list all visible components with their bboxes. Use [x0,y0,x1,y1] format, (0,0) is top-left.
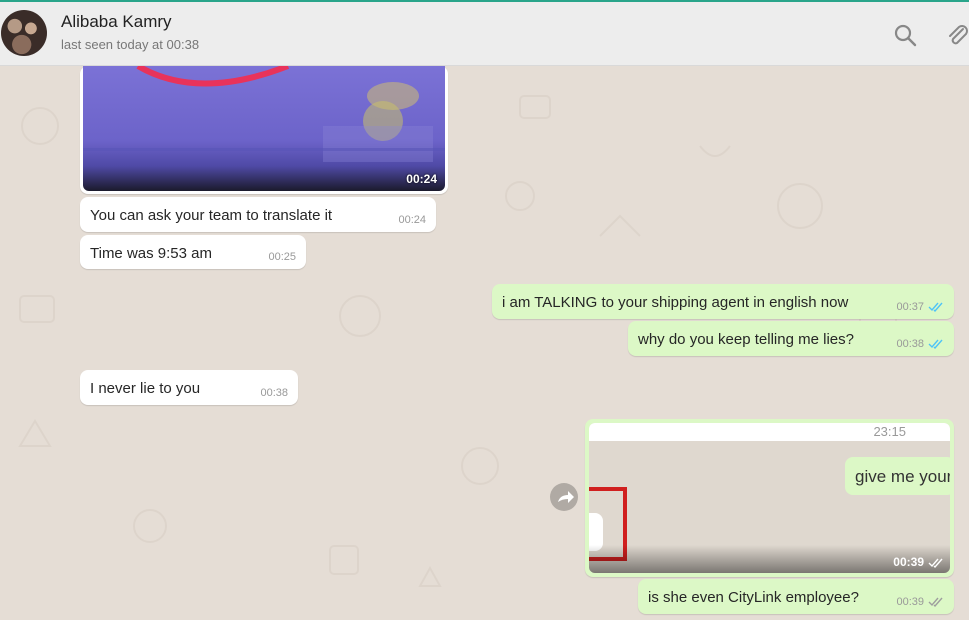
incoming-video-message[interactable]: 00:24 [80,66,448,194]
paperclip-icon[interactable] [944,22,969,48]
message-text: You can ask your team to translate it [90,207,333,224]
message-time: 00:25 [268,251,296,263]
message-text: is she even CityLink employee? [648,589,859,606]
message-time: 00:38 [260,387,288,399]
chat-header: Alibaba Kamry last seen today at 00:38 [0,2,969,66]
message-text: I never lie to you [90,380,201,397]
double-check-icon [928,558,943,568]
incoming-message[interactable]: You can ask your team to translate it 00… [80,197,436,232]
video-duration: 00:24 [406,172,437,186]
contact-name[interactable]: Alibaba Kamry [61,12,172,32]
outgoing-message[interactable]: is she even CityLink employee? 00:39 [638,579,954,614]
message-time: 00:38 [896,338,944,350]
double-check-icon [928,302,943,312]
message-time: 00:39 [896,596,944,608]
incoming-message[interactable]: Time was 9:53 am 00:25 [80,235,306,269]
video-thumbnail[interactable]: 23:15 give me your 00:39 [589,423,950,573]
video-thumbnail[interactable]: 00:24 [83,66,445,191]
message-time: 00:24 [398,214,426,226]
message-time: 00:37 [896,301,944,313]
message-text: why do you keep telling me lies? [638,331,854,348]
avatar[interactable] [1,10,47,56]
message-text: Time was 9:53 am [90,245,212,262]
message-text: i am TALKING to your shipping agent in e… [502,294,849,311]
forward-button[interactable] [550,483,578,511]
video-frame-text: give me your [855,467,950,486]
outgoing-message[interactable]: i am TALKING to your shipping agent in e… [492,284,954,319]
double-check-icon [928,339,943,349]
contact-last-seen: last seen today at 00:38 [61,37,200,52]
outgoing-video-message[interactable]: 23:15 give me your 00:39 [585,419,954,577]
video-duration: 00:39 [893,555,944,569]
video-frame-bubble: give me your [845,457,950,495]
double-check-icon [928,597,943,607]
video-frame-time: 23:15 [873,424,906,439]
forward-icon [558,491,574,503]
chat-panel[interactable]: 00:24 You can ask your team to translate… [0,66,969,620]
search-icon[interactable] [892,22,918,48]
incoming-message[interactable]: I never lie to you 00:38 [80,370,298,405]
outgoing-message[interactable]: why do you keep telling me lies? 00:38 [628,321,954,356]
video-thumbnail-art [83,66,445,162]
